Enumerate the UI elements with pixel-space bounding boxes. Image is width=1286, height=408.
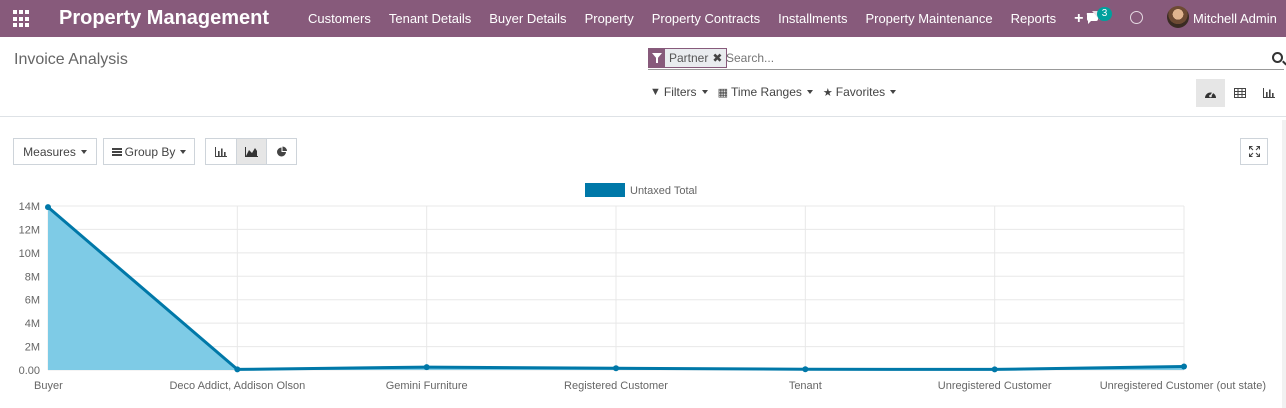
bar-chart-icon[interactable] — [206, 139, 236, 164]
apps-menu-icon[interactable] — [13, 10, 31, 28]
y-tick-label: 8M — [25, 271, 40, 283]
data-point — [1181, 363, 1187, 370]
data-point — [613, 365, 619, 372]
line-chart-icon[interactable] — [236, 139, 266, 164]
data-point — [991, 366, 998, 373]
filter-facet-icon — [649, 49, 665, 67]
data-point — [45, 204, 51, 211]
menu-property-contracts[interactable]: Property Contracts — [643, 0, 769, 37]
dashboard-icon[interactable] — [1196, 79, 1225, 107]
user-name[interactable]: Mitchell Admin — [1193, 0, 1277, 37]
x-tick-label: Unregistered Customer — [938, 380, 1052, 392]
scrollbar[interactable] — [1282, 120, 1286, 408]
search-icon[interactable] — [1272, 52, 1283, 63]
y-tick-label: 12M — [19, 224, 40, 236]
filter-icon: ▼ — [650, 86, 661, 98]
view-switcher — [1196, 79, 1283, 107]
search-options: ▼ Filters ▦ Time Ranges ★ Favorites — [650, 85, 906, 99]
caret-down-icon — [180, 149, 187, 154]
user-avatar[interactable] — [1167, 6, 1189, 28]
data-point — [423, 364, 430, 371]
filters-dropdown[interactable]: ▼ Filters — [650, 85, 708, 99]
main-menu: Customers Tenant Details Buyer Details P… — [299, 0, 1093, 37]
y-tick-label: 2M — [25, 342, 40, 354]
pie-chart-icon[interactable] — [266, 139, 296, 164]
search-facet-label: Partner — [669, 51, 709, 65]
expand-icon[interactable] — [1240, 138, 1268, 165]
search-facet: Partner ✖ — [648, 48, 728, 68]
app-title[interactable]: Property Management — [59, 6, 269, 30]
data-point — [234, 366, 241, 373]
x-tick-label: Tenant — [789, 380, 822, 392]
legend-swatch — [585, 183, 625, 197]
messages-count-badge: 3 — [1097, 7, 1112, 21]
y-tick-label: 0.00 — [19, 365, 40, 377]
x-tick-label: Unregistered Customer (out state) — [1100, 380, 1266, 392]
measures-label: Measures — [23, 144, 76, 159]
menu-installments[interactable]: Installments — [769, 0, 856, 37]
favorites-dropdown[interactable]: ★ Favorites — [822, 85, 897, 99]
group-by-label: Group By — [124, 144, 176, 159]
invoice-area-chart: 0.00 2M 4M 6M 8M 10M 12M 14M Buyer Deco Addict, A… — [19, 183, 1266, 392]
favorites-label: Favorites — [835, 85, 886, 99]
pivot-icon[interactable] — [1225, 79, 1254, 107]
x-tick-label: Registered Customer — [564, 380, 668, 392]
caret-down-icon — [701, 90, 708, 94]
search-input[interactable] — [726, 49, 1266, 67]
menu-buyer-details[interactable]: Buyer Details — [480, 0, 575, 37]
caret-down-icon — [890, 90, 897, 94]
filters-label: Filters — [663, 85, 697, 99]
star-icon: ★ — [822, 86, 833, 99]
top-navbar: Property Management Customers Tenant Det… — [0, 0, 1286, 37]
page-title: Invoice Analysis — [14, 51, 128, 68]
y-tick-label: 6M — [25, 295, 40, 307]
activity-clock-icon[interactable] — [1130, 11, 1143, 24]
menu-customers[interactable]: Customers — [299, 0, 380, 37]
facet-remove-icon[interactable]: ✖ — [712, 49, 726, 67]
menu-reports[interactable]: Reports — [1002, 0, 1066, 37]
control-panel: Invoice Analysis Partner ✖ ▼ Filters ▦ T… — [0, 37, 1286, 117]
menu-property-maintenance[interactable]: Property Maintenance — [856, 0, 1001, 37]
time-ranges-label: Time Ranges — [730, 85, 802, 99]
y-tick-label: 10M — [19, 248, 40, 260]
x-tick-label: Buyer — [34, 380, 63, 392]
menu-tenant-details[interactable]: Tenant Details — [380, 0, 480, 37]
list-icon — [111, 147, 122, 156]
y-tick-label: 4M — [25, 318, 40, 330]
graph-toolbar: Measures Group By — [0, 138, 1286, 166]
chart-mode-switcher — [205, 138, 297, 165]
caret-down-icon — [806, 90, 813, 94]
menu-property[interactable]: Property — [576, 0, 643, 37]
calendar-icon: ▦ — [717, 86, 728, 99]
data-point — [802, 366, 809, 373]
time-ranges-dropdown[interactable]: ▦ Time Ranges — [718, 85, 813, 99]
x-tick-label: Gemini Furniture — [386, 380, 468, 392]
search-bar: Partner ✖ — [648, 48, 1284, 70]
y-tick-label: 14M — [19, 201, 40, 213]
x-tick-label: Deco Addict, Addison Olson — [169, 380, 305, 392]
group-by-button[interactable]: Group By — [103, 138, 195, 165]
measures-button[interactable]: Measures — [13, 138, 97, 165]
caret-down-icon — [80, 149, 87, 154]
legend-label: Untaxed Total — [630, 185, 697, 197]
graph-icon[interactable] — [1254, 79, 1283, 107]
